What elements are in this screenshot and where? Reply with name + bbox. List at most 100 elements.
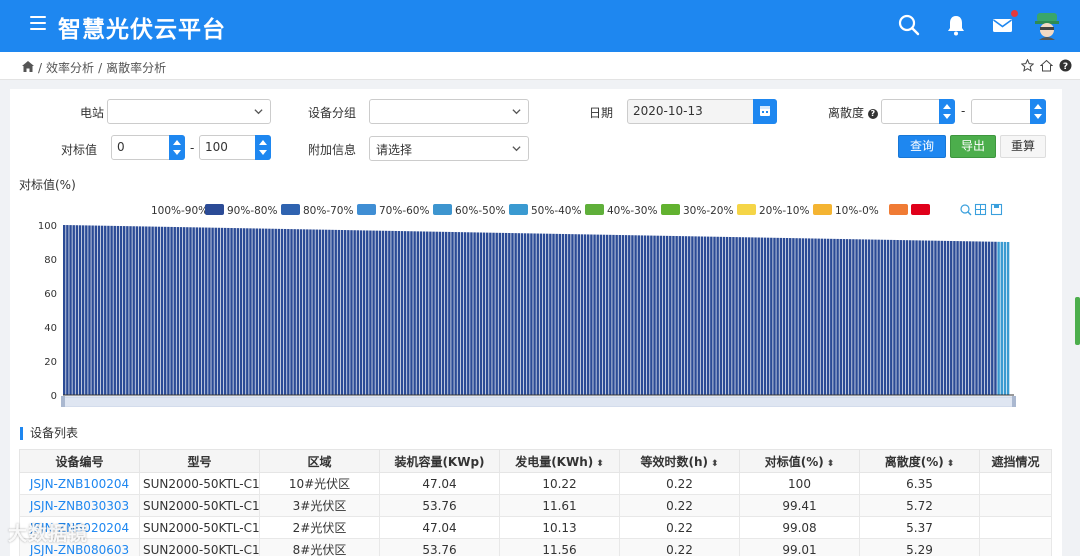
benchmark-min-stepper[interactable] bbox=[169, 135, 185, 160]
chart-bar[interactable] bbox=[669, 235, 672, 395]
chart-bar[interactable] bbox=[91, 225, 94, 395]
chart-bar[interactable] bbox=[451, 231, 454, 395]
zoom-handle-left[interactable] bbox=[61, 396, 65, 407]
chart-bar[interactable] bbox=[653, 235, 656, 395]
chart-bar[interactable] bbox=[915, 240, 918, 395]
chart-bar[interactable] bbox=[312, 229, 315, 395]
chart-bar[interactable] bbox=[495, 232, 498, 395]
chart-bar[interactable] bbox=[375, 230, 378, 395]
table-row[interactable]: JSJN-ZNB100204SUN2000-50KTL-C1 逆变器10#光伏区… bbox=[19, 472, 1052, 495]
chart-bar[interactable] bbox=[924, 240, 928, 395]
chart-bar[interactable] bbox=[716, 236, 719, 395]
chart-bar[interactable] bbox=[662, 235, 666, 395]
chart-bar[interactable] bbox=[820, 238, 824, 395]
chart-bar[interactable] bbox=[798, 238, 801, 395]
chart-bar[interactable] bbox=[391, 230, 394, 395]
chart-bar[interactable] bbox=[331, 229, 334, 395]
chart-bar[interactable] bbox=[890, 239, 893, 395]
dispersion-min-input[interactable] bbox=[881, 99, 955, 124]
chart-bar[interactable] bbox=[328, 229, 331, 395]
chart-bar[interactable] bbox=[950, 240, 953, 395]
chart-bar[interactable] bbox=[523, 233, 527, 395]
chart-bar[interactable] bbox=[710, 236, 713, 395]
chart-bar[interactable] bbox=[208, 227, 211, 395]
chart-bar[interactable] bbox=[520, 233, 524, 395]
chart-bar[interactable] bbox=[223, 227, 227, 395]
chart-bar[interactable] bbox=[602, 234, 606, 395]
chart-bar[interactable] bbox=[539, 233, 543, 395]
chart-bar[interactable] bbox=[747, 237, 751, 395]
chart-bar[interactable] bbox=[230, 228, 233, 395]
legend-label[interactable]: 20%-10% bbox=[759, 205, 809, 217]
chart-bar[interactable] bbox=[956, 241, 959, 395]
chart-bar[interactable] bbox=[596, 234, 599, 395]
chart-bar[interactable] bbox=[735, 237, 738, 395]
legend-swatch[interactable] bbox=[585, 204, 604, 215]
chart-bar[interactable] bbox=[760, 237, 764, 395]
chart-bar[interactable] bbox=[703, 236, 707, 395]
chart-bar[interactable] bbox=[968, 241, 972, 395]
calendar-button[interactable] bbox=[753, 99, 777, 124]
chart-bar[interactable] bbox=[246, 228, 249, 395]
chart-bar[interactable] bbox=[785, 238, 789, 395]
chart-bar[interactable] bbox=[628, 235, 631, 395]
chart-bar[interactable] bbox=[214, 227, 217, 395]
chart-bar[interactable] bbox=[530, 233, 533, 395]
chart-bar[interactable] bbox=[861, 239, 865, 395]
chart-bar[interactable] bbox=[684, 236, 688, 395]
table-row[interactable]: JSJN-ZNB080603SUN2000-50KTL-C1 逆变器8#光伏区5… bbox=[19, 538, 1052, 556]
chart-bar[interactable] bbox=[640, 235, 644, 395]
chart-bar[interactable] bbox=[991, 241, 994, 395]
mail-icon[interactable] bbox=[990, 10, 1018, 38]
device-code-link[interactable]: JSJN-ZNB030303 bbox=[19, 494, 140, 517]
legend-swatch[interactable] bbox=[889, 204, 908, 215]
chart-bar[interactable] bbox=[81, 225, 85, 395]
chart-bar[interactable] bbox=[299, 229, 303, 395]
chart-bar[interactable] bbox=[896, 240, 899, 395]
chart-bar[interactable] bbox=[637, 235, 640, 395]
chart-bar[interactable] bbox=[552, 233, 555, 395]
chart-bar[interactable] bbox=[899, 240, 902, 395]
chart-bar[interactable] bbox=[198, 227, 202, 395]
chart-bar[interactable] bbox=[577, 234, 580, 395]
legend-label[interactable]: 40%-30% bbox=[607, 205, 657, 217]
chart-bar[interactable] bbox=[413, 231, 416, 395]
legend-label[interactable]: 70%-60% bbox=[379, 205, 429, 217]
legend-swatch[interactable] bbox=[281, 204, 300, 215]
chart-bar[interactable] bbox=[170, 226, 173, 395]
chart-bar[interactable] bbox=[334, 229, 337, 395]
sort-icon[interactable]: ⬍ bbox=[596, 459, 604, 469]
chart-bar[interactable] bbox=[340, 230, 344, 395]
chart-bar[interactable] bbox=[274, 228, 277, 395]
chart-bar[interactable] bbox=[533, 233, 536, 395]
chart-bar[interactable] bbox=[634, 235, 637, 395]
chart-bar[interactable] bbox=[943, 240, 947, 395]
chart-bar[interactable] bbox=[886, 239, 890, 395]
chart-bar[interactable] bbox=[309, 229, 312, 395]
zoom-handle-right[interactable] bbox=[1012, 396, 1016, 407]
column-header[interactable]: 发电量(KWh) ⬍ bbox=[499, 449, 620, 473]
page-scrollbar[interactable] bbox=[1075, 297, 1080, 345]
chart-bar[interactable] bbox=[580, 234, 584, 395]
chart-bar[interactable] bbox=[905, 240, 909, 395]
chart-bar[interactable] bbox=[807, 238, 811, 395]
chart-bar[interactable] bbox=[934, 240, 937, 395]
chart-bar[interactable] bbox=[700, 236, 704, 395]
chart-bar[interactable] bbox=[678, 236, 682, 395]
chart-bar[interactable] bbox=[571, 234, 574, 395]
chart-bar[interactable] bbox=[659, 235, 663, 395]
chart-bar[interactable] bbox=[965, 241, 969, 395]
chart-bar[interactable] bbox=[167, 226, 170, 395]
chart-bar[interactable] bbox=[378, 230, 382, 395]
chart-bar[interactable] bbox=[817, 238, 820, 395]
chart-bar[interactable] bbox=[643, 235, 647, 395]
chart-bar[interactable] bbox=[220, 227, 224, 395]
save-image-icon[interactable] bbox=[990, 203, 1003, 216]
chart-bar[interactable] bbox=[429, 231, 432, 395]
chart-bar[interactable] bbox=[63, 225, 66, 395]
dispersion-min-stepper[interactable] bbox=[939, 99, 955, 124]
chart-bar[interactable] bbox=[325, 229, 328, 395]
chart-bar[interactable] bbox=[908, 240, 912, 395]
chart-bar[interactable] bbox=[766, 237, 770, 395]
chart-bar[interactable] bbox=[675, 236, 678, 395]
